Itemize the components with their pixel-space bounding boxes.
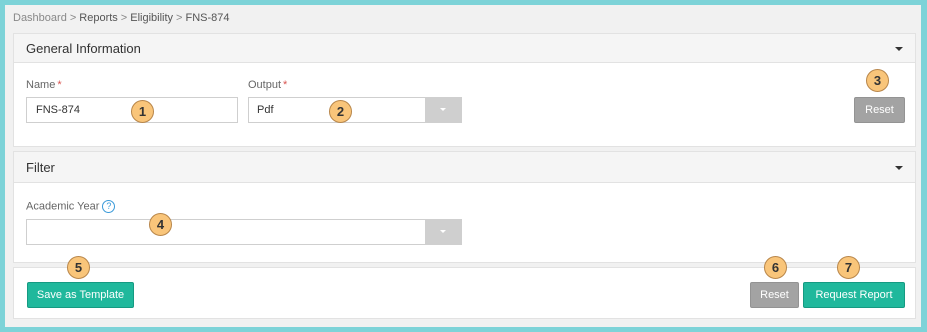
callout-badge-6: 6 bbox=[764, 256, 787, 279]
breadcrumb-separator: > bbox=[120, 12, 128, 24]
breadcrumb-item-eligibility[interactable]: Eligibility bbox=[130, 12, 173, 24]
academic-year-label: Academic Year? bbox=[26, 200, 116, 213]
panel-title: Filter bbox=[26, 160, 55, 175]
chevron-down-icon bbox=[440, 230, 446, 233]
output-label: Output * bbox=[248, 79, 288, 91]
breadcrumb-item-dashboard[interactable]: Dashboard bbox=[13, 12, 67, 24]
help-icon[interactable]: ? bbox=[102, 200, 116, 213]
callout-badge-4: 4 bbox=[149, 213, 172, 236]
filter-panel: Filter Academic Year? bbox=[13, 151, 916, 263]
required-marker: * bbox=[283, 79, 288, 91]
name-label: Name * bbox=[26, 79, 62, 91]
callout-badge-7: 7 bbox=[837, 256, 860, 279]
breadcrumb-item-reports[interactable]: Reports bbox=[79, 12, 118, 24]
required-marker: * bbox=[57, 79, 62, 91]
output-selected-value: Pdf bbox=[257, 104, 274, 116]
caret-down-icon[interactable] bbox=[895, 47, 903, 51]
footer-reset-button[interactable]: Reset bbox=[750, 282, 799, 308]
general-reset-button[interactable]: Reset bbox=[854, 97, 905, 123]
output-select[interactable]: Pdf bbox=[248, 97, 462, 123]
callout-badge-2: 2 bbox=[329, 100, 352, 123]
callout-badge-5: 5 bbox=[67, 256, 90, 279]
general-information-panel: General Information Name * FNS-874 Output… bbox=[13, 33, 916, 147]
panel-title: General Information bbox=[26, 41, 141, 56]
breadcrumb: Dashboard > Reports > Eligibility > FNS-874 bbox=[13, 12, 230, 24]
academic-year-select[interactable] bbox=[26, 219, 462, 245]
breadcrumb-separator: > bbox=[176, 12, 183, 24]
callout-badge-1: 1 bbox=[131, 100, 154, 123]
save-as-template-button[interactable]: Save as Template bbox=[27, 282, 134, 308]
callout-badge-3: 3 bbox=[866, 69, 889, 92]
general-information-header[interactable]: General Information bbox=[14, 34, 915, 63]
caret-down-icon[interactable] bbox=[895, 166, 903, 170]
breadcrumb-item-current: FNS-874 bbox=[185, 12, 230, 24]
breadcrumb-separator: > bbox=[69, 12, 77, 24]
dropdown-toggle[interactable] bbox=[425, 98, 461, 122]
page-frame: Dashboard > Reports > Eligibility > FNS-874 Ge… bbox=[5, 5, 921, 327]
request-report-button[interactable]: Request Report bbox=[803, 282, 905, 308]
filter-header[interactable]: Filter bbox=[14, 152, 915, 183]
chevron-down-icon bbox=[440, 108, 446, 111]
dropdown-toggle[interactable] bbox=[425, 220, 461, 244]
